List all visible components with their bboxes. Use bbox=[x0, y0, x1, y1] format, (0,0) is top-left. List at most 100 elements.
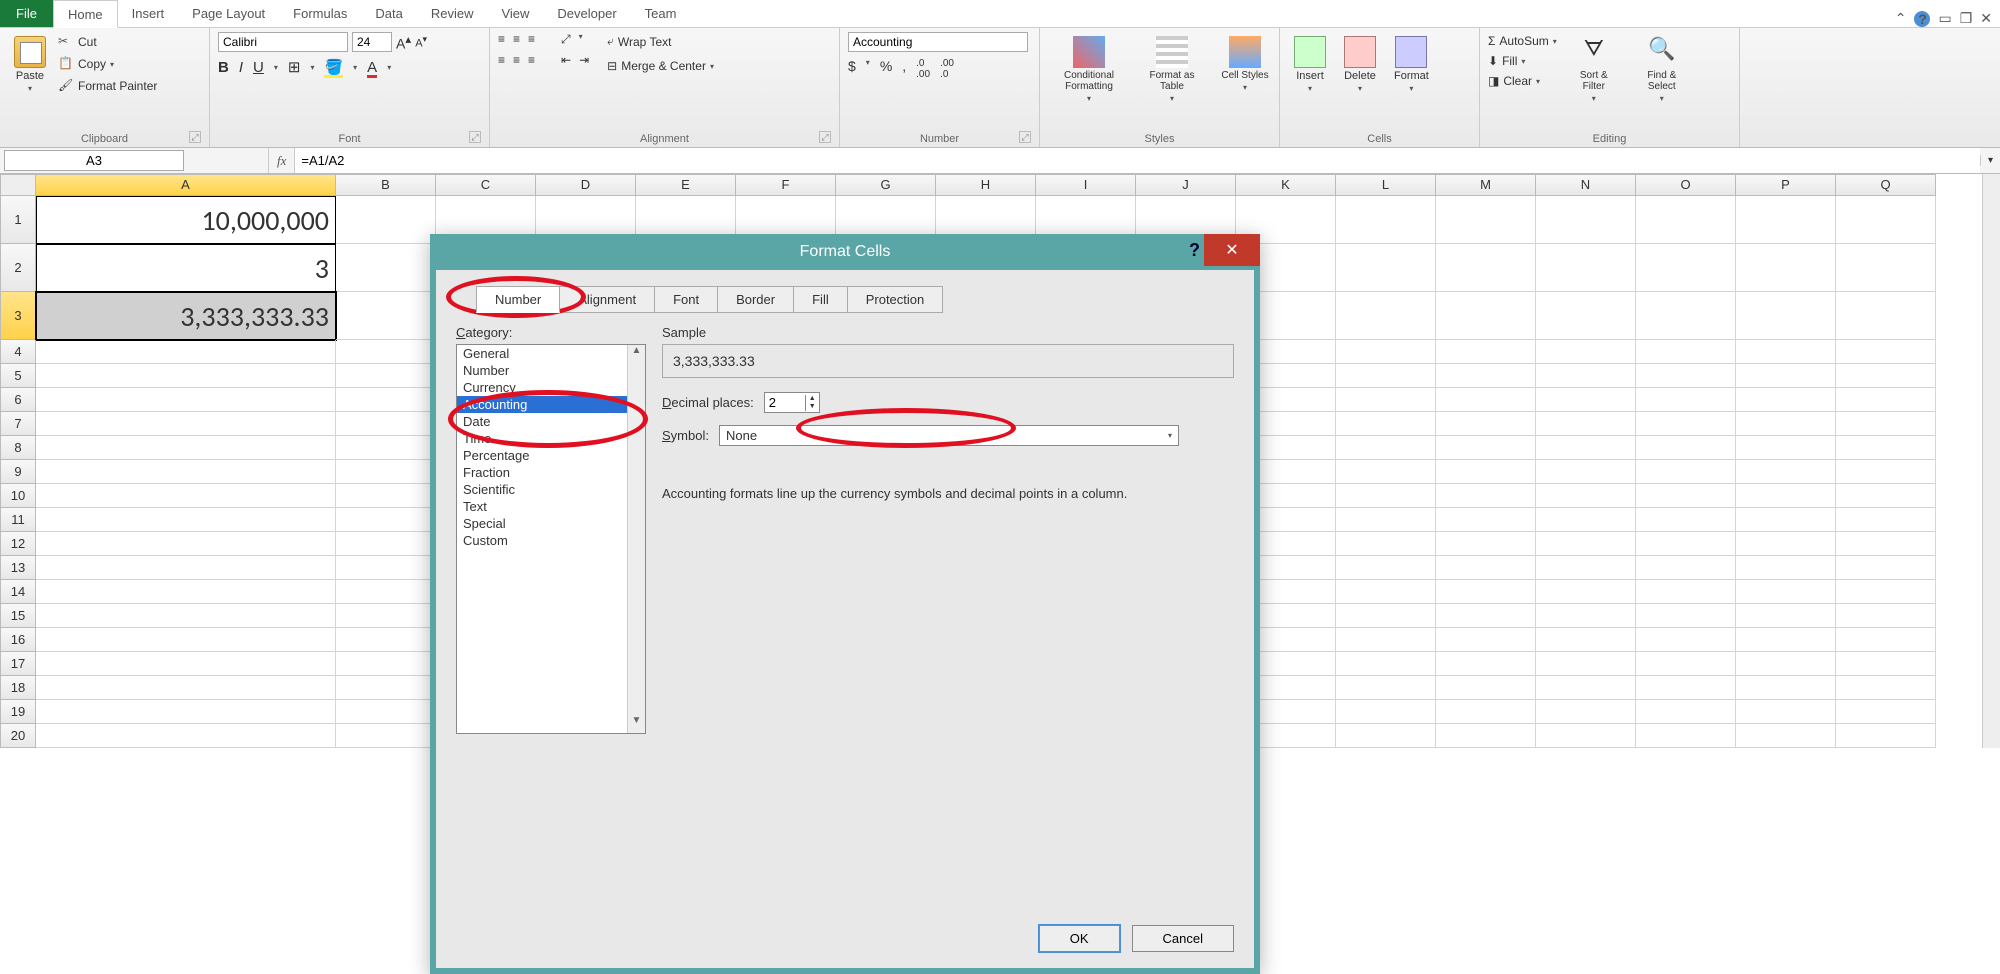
grid-cell[interactable] bbox=[36, 340, 336, 364]
grid-cell[interactable] bbox=[36, 556, 336, 580]
row-header[interactable]: 18 bbox=[0, 676, 36, 700]
column-header[interactable]: N bbox=[1536, 174, 1636, 196]
grow-font-icon[interactable]: A▴ bbox=[396, 32, 411, 52]
grid-cell[interactable] bbox=[1736, 340, 1836, 364]
grid-cell[interactable]: 3 bbox=[36, 244, 336, 292]
grid-cell[interactable] bbox=[1436, 244, 1536, 292]
grid-cell[interactable] bbox=[1436, 700, 1536, 724]
align-center-icon[interactable]: ≡ bbox=[513, 53, 520, 67]
column-header[interactable]: D bbox=[536, 174, 636, 196]
category-item[interactable]: Percentage bbox=[457, 447, 645, 464]
grid-cell[interactable] bbox=[1336, 364, 1436, 388]
grid-cell[interactable] bbox=[336, 628, 436, 652]
close-icon[interactable]: ✕ bbox=[1980, 10, 1992, 27]
category-item[interactable]: General bbox=[457, 345, 645, 362]
tab-page-layout[interactable]: Page Layout bbox=[178, 0, 279, 27]
grid-cell[interactable] bbox=[1436, 676, 1536, 700]
grid-cell[interactable] bbox=[1636, 244, 1736, 292]
column-header[interactable]: H bbox=[936, 174, 1036, 196]
row-header[interactable]: 16 bbox=[0, 628, 36, 652]
category-item[interactable]: Currency bbox=[457, 379, 645, 396]
grid-cell[interactable] bbox=[1836, 508, 1936, 532]
row-header[interactable]: 7 bbox=[0, 412, 36, 436]
align-middle-icon[interactable]: ≡ bbox=[513, 32, 520, 47]
decrease-indent-icon[interactable]: ⇤ bbox=[561, 53, 571, 67]
grid-cell[interactable] bbox=[1736, 700, 1836, 724]
shrink-font-icon[interactable]: A▾ bbox=[415, 34, 427, 50]
ok-button[interactable]: OK bbox=[1039, 925, 1120, 952]
grid-cell[interactable] bbox=[1836, 580, 1936, 604]
grid-cell[interactable] bbox=[36, 364, 336, 388]
grid-cell[interactable] bbox=[1636, 652, 1736, 676]
grid-cell[interactable] bbox=[1536, 484, 1636, 508]
grid-cell[interactable] bbox=[336, 700, 436, 724]
grid-cell[interactable] bbox=[1836, 532, 1936, 556]
row-header[interactable]: 19 bbox=[0, 700, 36, 724]
dialog-tab-protection[interactable]: Protection bbox=[847, 286, 944, 313]
grid-cell[interactable] bbox=[1536, 532, 1636, 556]
column-header[interactable]: B bbox=[336, 174, 436, 196]
orientation-icon[interactable]: ⤢ bbox=[561, 32, 571, 47]
grid-cell[interactable] bbox=[1436, 652, 1536, 676]
grid-cell[interactable] bbox=[1836, 604, 1936, 628]
grid-cell[interactable] bbox=[1436, 580, 1536, 604]
grid-cell[interactable] bbox=[1536, 412, 1636, 436]
grid-cell[interactable] bbox=[1336, 628, 1436, 652]
grid-cell[interactable] bbox=[1736, 604, 1836, 628]
grid-cell[interactable] bbox=[1736, 556, 1836, 580]
grid-cell[interactable] bbox=[36, 700, 336, 724]
tab-formulas[interactable]: Formulas bbox=[279, 0, 361, 27]
grid-cell[interactable] bbox=[1836, 244, 1936, 292]
font-size-select[interactable] bbox=[352, 32, 392, 52]
grid-cell[interactable] bbox=[1536, 652, 1636, 676]
grid-cell[interactable] bbox=[1436, 460, 1536, 484]
dialog-tab-border[interactable]: Border bbox=[717, 286, 794, 313]
bold-button[interactable]: B bbox=[218, 59, 229, 76]
grid-cell[interactable] bbox=[1636, 196, 1736, 244]
grid-cell[interactable] bbox=[1836, 676, 1936, 700]
column-header[interactable]: J bbox=[1136, 174, 1236, 196]
clear-button[interactable]: ◨Clear▾ bbox=[1488, 72, 1557, 90]
comma-button[interactable]: , bbox=[902, 58, 906, 80]
insert-cells-button[interactable]: Insert▾ bbox=[1288, 32, 1332, 97]
row-header[interactable]: 2 bbox=[0, 244, 36, 292]
column-header[interactable]: E bbox=[636, 174, 736, 196]
ribbon-minimize-icon[interactable]: ⌃ bbox=[1895, 10, 1907, 27]
paste-button[interactable]: Paste ▾ bbox=[8, 32, 52, 97]
dialog-help-icon[interactable]: ? bbox=[1189, 240, 1200, 261]
grid-cell[interactable] bbox=[1436, 604, 1536, 628]
category-item[interactable]: Text bbox=[457, 498, 645, 515]
column-header[interactable]: M bbox=[1436, 174, 1536, 196]
help-icon[interactable]: ? bbox=[1914, 11, 1930, 27]
minimize-icon[interactable]: ▭ bbox=[1938, 10, 1951, 27]
row-header[interactable]: 1 bbox=[0, 196, 36, 244]
grid-cell[interactable] bbox=[336, 388, 436, 412]
border-button[interactable]: ⊞ bbox=[288, 58, 301, 76]
grid-cell[interactable] bbox=[1636, 508, 1736, 532]
grid-cell[interactable] bbox=[336, 580, 436, 604]
copy-button[interactable]: Copy▾ bbox=[58, 54, 157, 74]
row-header[interactable]: 12 bbox=[0, 532, 36, 556]
column-header[interactable]: Q bbox=[1836, 174, 1936, 196]
grid-cell[interactable] bbox=[1436, 388, 1536, 412]
column-header[interactable]: P bbox=[1736, 174, 1836, 196]
dialog-tab-alignment[interactable]: Alignment bbox=[559, 286, 655, 313]
grid-cell[interactable] bbox=[336, 364, 436, 388]
grid-cell[interactable] bbox=[1336, 652, 1436, 676]
name-box[interactable] bbox=[4, 150, 184, 171]
grid-cell[interactable] bbox=[1836, 556, 1936, 580]
column-header[interactable]: L bbox=[1336, 174, 1436, 196]
grid-cell[interactable] bbox=[1436, 724, 1536, 748]
grid-cell[interactable] bbox=[1636, 580, 1736, 604]
font-launcher-icon[interactable]: ⤢ bbox=[469, 131, 481, 143]
increase-decimal-icon[interactable]: .0.00 bbox=[916, 58, 930, 80]
wrap-text-button[interactable]: ⤶Wrap Text bbox=[607, 32, 714, 51]
grid-cell[interactable] bbox=[1436, 484, 1536, 508]
grid-cell[interactable] bbox=[36, 676, 336, 700]
category-item[interactable]: Time bbox=[457, 430, 645, 447]
grid-cell[interactable] bbox=[1636, 724, 1736, 748]
row-header[interactable]: 17 bbox=[0, 652, 36, 676]
grid-cell[interactable] bbox=[1336, 580, 1436, 604]
grid-cell[interactable] bbox=[1836, 340, 1936, 364]
row-header[interactable]: 4 bbox=[0, 340, 36, 364]
